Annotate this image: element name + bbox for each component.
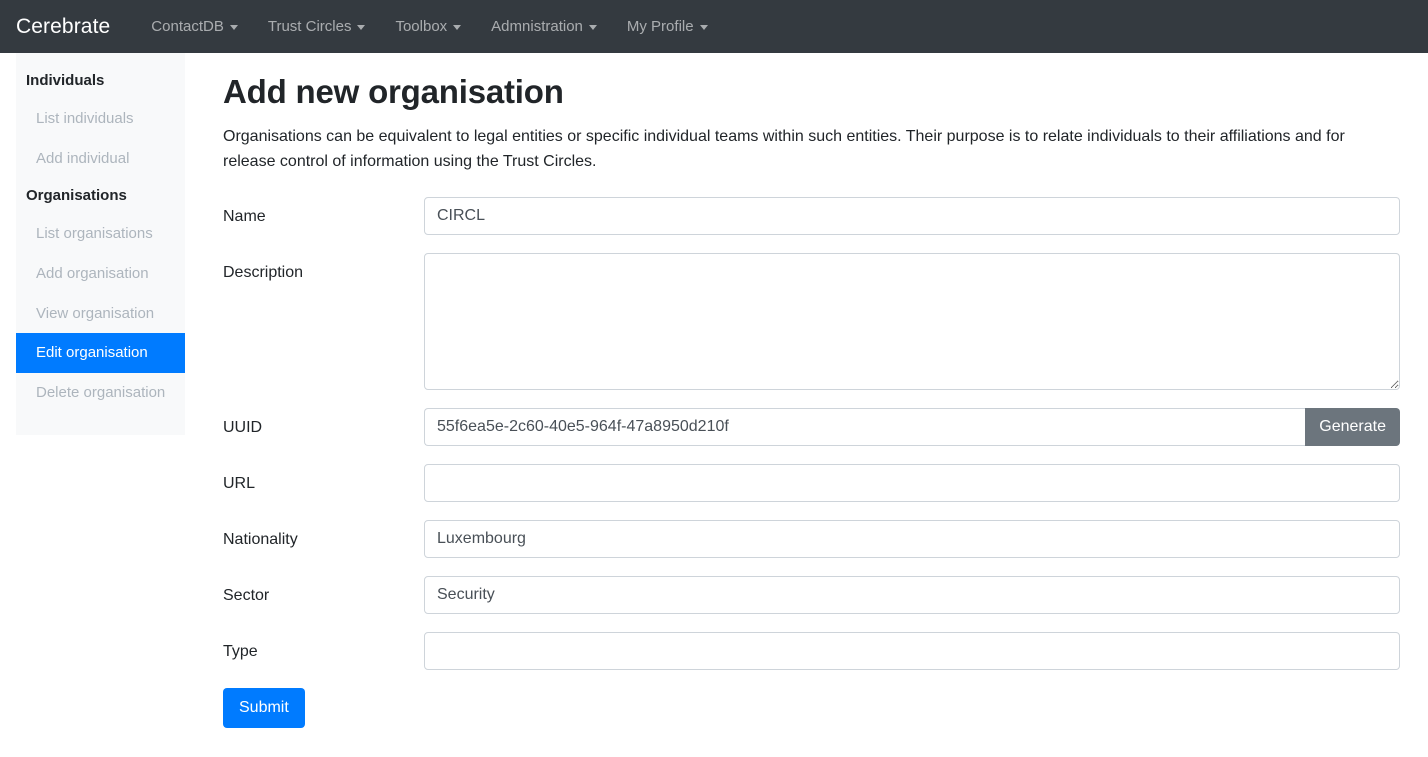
page-title: Add new organisation <box>223 73 1400 111</box>
nav-item-label: My Profile <box>627 18 694 35</box>
type-input[interactable] <box>424 632 1400 670</box>
nav-item-trust-circles[interactable]: Trust Circles <box>253 10 381 43</box>
nav-item-toolbox[interactable]: Toolbox <box>380 10 476 43</box>
main-content: Add new organisation Organisations can b… <box>201 53 1428 728</box>
uuid-input-group: Generate <box>424 408 1400 446</box>
description-label: Description <box>223 253 424 285</box>
form-row-type: Type <box>223 632 1400 670</box>
form-row-nationality: Nationality <box>223 520 1400 558</box>
chevron-down-icon <box>589 25 597 30</box>
name-label: Name <box>223 197 424 229</box>
chevron-down-icon <box>453 25 461 30</box>
sidebar-heading-organisations: Organisations <box>16 178 185 214</box>
uuid-input[interactable] <box>424 408 1305 446</box>
sidebar-heading-individuals: Individuals <box>16 63 185 99</box>
description-field-area <box>424 253 1400 390</box>
sidebar-item-add-organisation[interactable]: Add organisation <box>16 254 185 294</box>
sidebar-item-edit-organisation[interactable]: Edit organisation <box>16 333 185 373</box>
form-row-uuid: UUID Generate <box>223 408 1400 446</box>
nationality-field-area <box>424 520 1400 558</box>
chevron-down-icon <box>357 25 365 30</box>
sidebar-nav: Individuals List individuals Add individ… <box>16 53 185 435</box>
nav-item-label: Toolbox <box>395 18 447 35</box>
sidebar-container: Individuals List individuals Add individ… <box>0 53 201 435</box>
page-body: Individuals List individuals Add individ… <box>0 53 1428 728</box>
nav-item-administration[interactable]: Admnistration <box>476 10 612 43</box>
nationality-input[interactable] <box>424 520 1400 558</box>
name-input[interactable] <box>424 197 1400 235</box>
name-field-area <box>424 197 1400 235</box>
uuid-field-area: Generate <box>424 408 1400 446</box>
sector-field-area <box>424 576 1400 614</box>
chevron-down-icon <box>700 25 708 30</box>
submit-button[interactable]: Submit <box>223 688 305 728</box>
nav-item-label: Admnistration <box>491 18 583 35</box>
nav-item-my-profile[interactable]: My Profile <box>612 10 723 43</box>
top-navbar: Cerebrate ContactDB Trust Circles Toolbo… <box>0 0 1428 53</box>
chevron-down-icon <box>230 25 238 30</box>
brand-logo[interactable]: Cerebrate <box>16 15 110 39</box>
sector-label: Sector <box>223 576 424 608</box>
form-row-submit: Submit <box>223 688 1400 728</box>
sidebar-item-delete-organisation[interactable]: Delete organisation <box>16 373 185 413</box>
sidebar-item-view-organisation[interactable]: View organisation <box>16 294 185 334</box>
type-label: Type <box>223 632 424 664</box>
nav-item-contactdb[interactable]: ContactDB <box>136 10 253 43</box>
url-field-area <box>424 464 1400 502</box>
uuid-label: UUID <box>223 408 424 440</box>
generate-uuid-button[interactable]: Generate <box>1305 408 1400 446</box>
nav-item-label: ContactDB <box>151 18 224 35</box>
navbar-menu: ContactDB Trust Circles Toolbox Admnistr… <box>136 10 722 43</box>
type-field-area <box>424 632 1400 670</box>
page-description: Organisations can be equivalent to legal… <box>223 125 1358 175</box>
sidebar-item-list-individuals[interactable]: List individuals <box>16 99 185 139</box>
form-row-url: URL <box>223 464 1400 502</box>
nationality-label: Nationality <box>223 520 424 552</box>
form-row-description: Description <box>223 253 1400 390</box>
url-label: URL <box>223 464 424 496</box>
url-input[interactable] <box>424 464 1400 502</box>
description-textarea[interactable] <box>424 253 1400 390</box>
sector-input[interactable] <box>424 576 1400 614</box>
form-row-sector: Sector <box>223 576 1400 614</box>
form-row-name: Name <box>223 197 1400 235</box>
sidebar-item-list-organisations[interactable]: List organisations <box>16 214 185 254</box>
sidebar-item-add-individual[interactable]: Add individual <box>16 139 185 179</box>
nav-item-label: Trust Circles <box>268 18 352 35</box>
